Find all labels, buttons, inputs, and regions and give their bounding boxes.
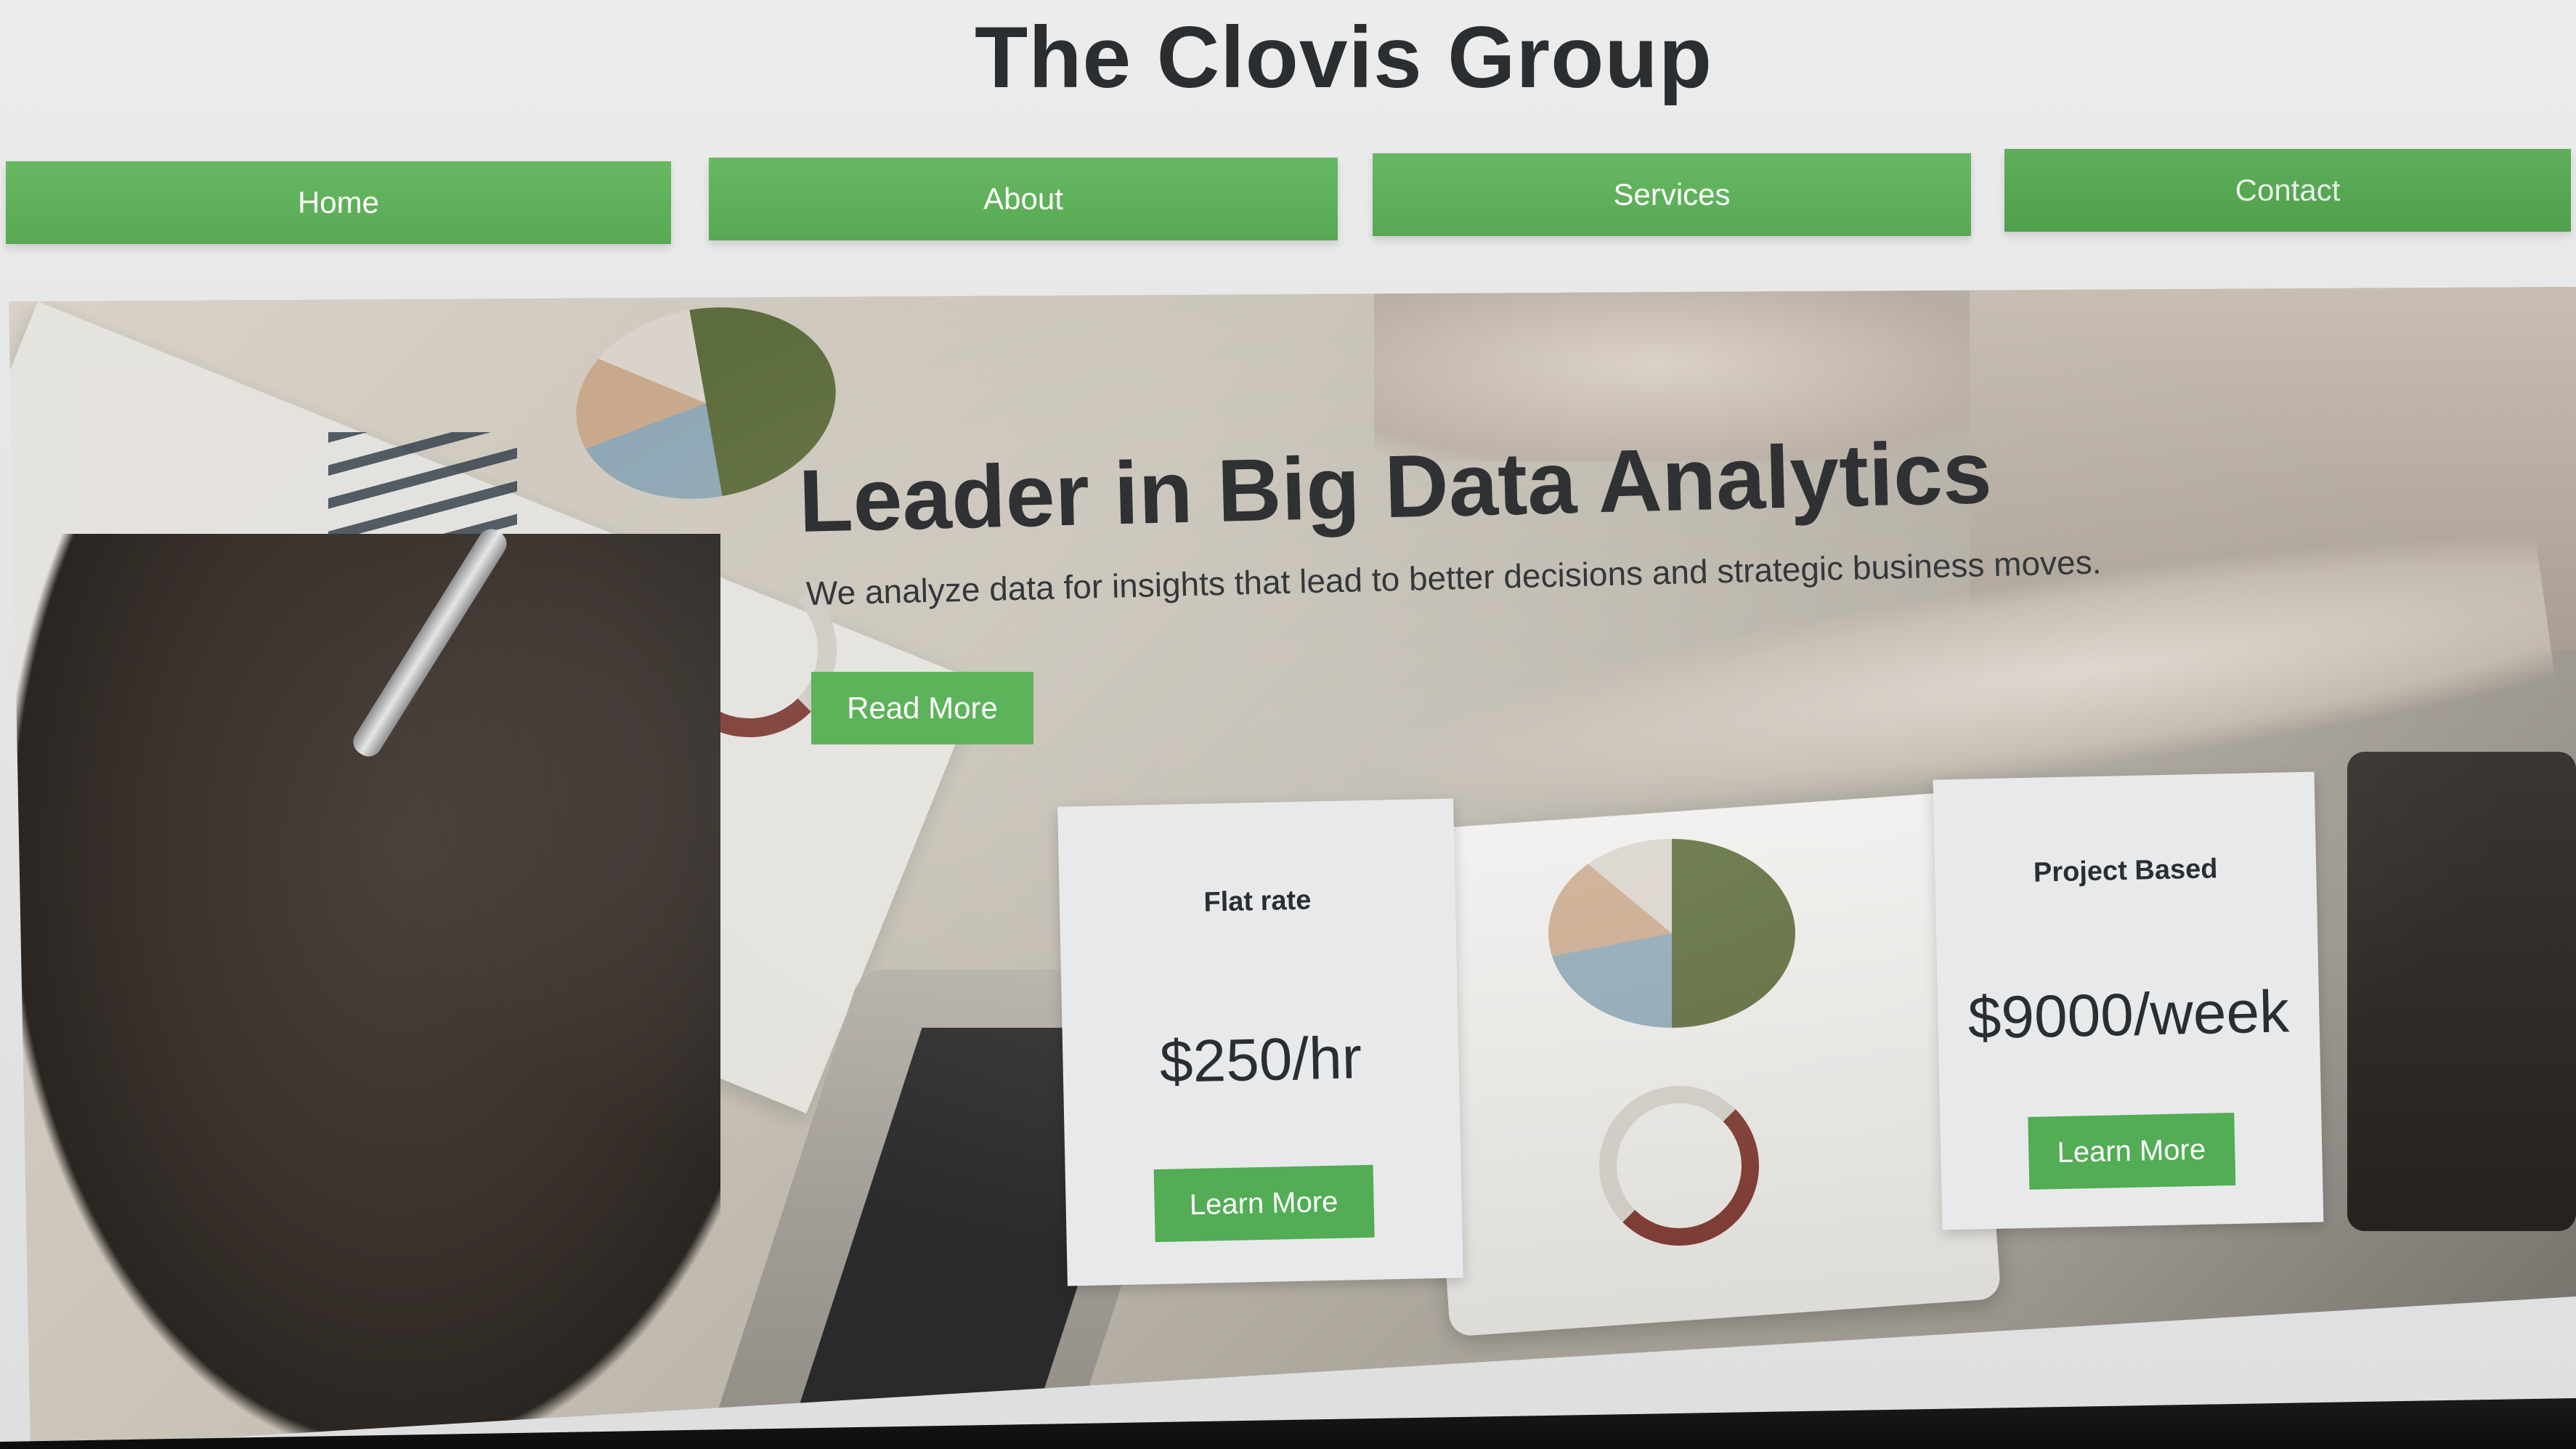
pricing-card-price: $9000/week	[1967, 978, 2290, 1052]
nav-about-button[interactable]: About	[709, 158, 1338, 240]
page: The Clovis Group Home About Services Con…	[0, 0, 2576, 1449]
pricing-card-title: Project Based	[2033, 853, 2218, 888]
pricing-card-flat-rate: Flat rate $250/hr Learn More	[1057, 798, 1463, 1286]
pricing-card-price: $250/hr	[1159, 1025, 1362, 1095]
nav-services-button[interactable]: Services	[1373, 153, 1971, 236]
nav-contact-button[interactable]: Contact	[2004, 149, 2571, 232]
pricing-card-title: Flat rate	[1203, 885, 1312, 918]
pricing-card-project-based: Project Based $9000/week Learn More	[1933, 771, 2324, 1230]
read-more-button[interactable]: Read More	[811, 672, 1033, 744]
nav-home-button[interactable]: Home	[6, 161, 671, 244]
site-title: The Clovis Group	[974, 9, 1713, 106]
project-based-learn-more-button[interactable]: Learn More	[2027, 1112, 2235, 1190]
flat-rate-learn-more-button[interactable]: Learn More	[1153, 1164, 1375, 1243]
